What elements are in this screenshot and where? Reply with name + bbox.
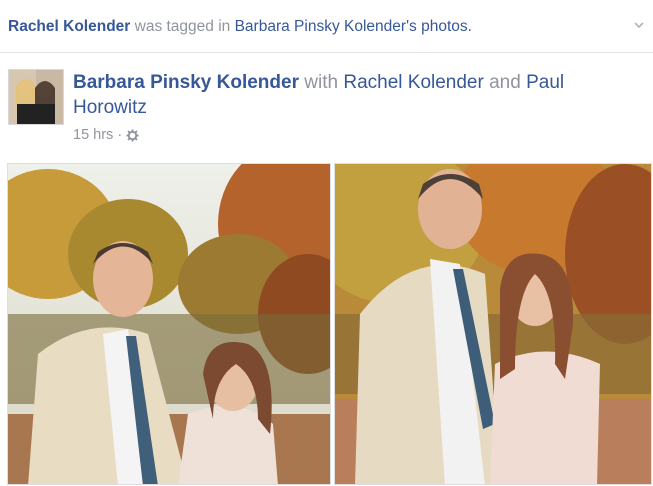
gear-icon[interactable]: [126, 128, 139, 142]
post-title: Barbara Pinsky Kolender with Rachel Kole…: [73, 70, 613, 120]
story-header: Rachel Kolender was tagged in Barbara Pi…: [8, 18, 648, 44]
tagged-person-link-1[interactable]: Rachel Kolender: [343, 72, 483, 93]
avatar[interactable]: [8, 69, 64, 125]
post-meta: 15 hrs ·: [73, 127, 139, 143]
timestamp-link[interactable]: 15 hrs: [73, 127, 113, 143]
photo-owner-link[interactable]: Barbara Pinsky Kolender: [235, 18, 406, 35]
chevron-down-icon[interactable]: [632, 18, 646, 32]
meta-separator: ·: [117, 127, 123, 143]
and-text: and: [489, 72, 521, 93]
author-link[interactable]: Barbara Pinsky Kolender: [73, 72, 299, 93]
story-action-text: was tagged in: [134, 18, 231, 35]
with-text: with: [304, 72, 339, 93]
divider: [0, 52, 653, 53]
photos-link-suffix[interactable]: 's photos.: [406, 18, 472, 35]
tagged-user-link[interactable]: Rachel Kolender: [8, 18, 130, 35]
photo-1[interactable]: [7, 163, 331, 485]
photo-2[interactable]: [334, 163, 652, 485]
